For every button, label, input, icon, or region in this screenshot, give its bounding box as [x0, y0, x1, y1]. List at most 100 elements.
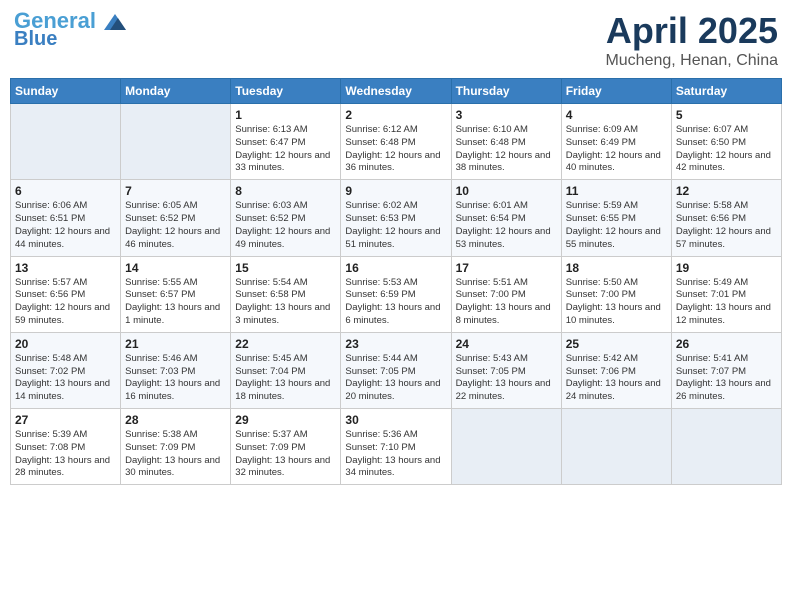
- day-info: Sunrise: 6:10 AMSunset: 6:48 PMDaylight:…: [456, 124, 557, 175]
- calendar-title: April 2025: [605, 10, 778, 52]
- calendar-cell: 23 Sunrise: 5:44 AMSunset: 7:05 PMDayligh…: [341, 332, 451, 408]
- calendar-cell: 1Sunrise: 6:13 AMSunset: 6:47 PMDaylight…: [231, 104, 341, 180]
- logo: General Blue: [14, 10, 126, 51]
- calendar-cell: [671, 409, 781, 485]
- day-number: 16: [345, 261, 446, 275]
- day-info: Sunrise: 6:07 AMSunset: 6:50 PMDaylight:…: [676, 124, 777, 175]
- day-number: 12: [676, 184, 777, 198]
- day-number: 6: [15, 184, 116, 198]
- day-number: 24: [456, 337, 557, 351]
- calendar-cell: 13 Sunrise: 5:57 AMSunset: 6:56 PMDayligh…: [11, 256, 121, 332]
- day-number: 15: [235, 261, 336, 275]
- calendar-cell: 19 Sunrise: 5:49 AMSunset: 7:01 PMDayligh…: [671, 256, 781, 332]
- weekday-header: Friday: [561, 79, 671, 104]
- day-number: 30: [345, 413, 446, 427]
- weekday-header: Wednesday: [341, 79, 451, 104]
- calendar-table: SundayMondayTuesdayWednesdayThursdayFrid…: [10, 78, 782, 485]
- calendar-cell: 5 Sunrise: 6:07 AMSunset: 6:50 PMDaylight…: [671, 104, 781, 180]
- day-info: Sunrise: 5:59 AMSunset: 6:55 PMDaylight:…: [566, 200, 667, 251]
- calendar-cell: 26 Sunrise: 5:41 AMSunset: 7:07 PMDayligh…: [671, 332, 781, 408]
- calendar-subtitle: Mucheng, Henan, China: [605, 52, 778, 70]
- calendar-week-row: 13 Sunrise: 5:57 AMSunset: 6:56 PMDayligh…: [11, 256, 782, 332]
- calendar-week-row: 27Sunrise: 5:39 AMSunset: 7:08 PMDayligh…: [11, 409, 782, 485]
- calendar-cell: 6 Sunrise: 6:06 AMSunset: 6:51 PMDaylight…: [11, 180, 121, 256]
- day-number: 5: [676, 108, 777, 122]
- logo-blue: Blue: [14, 28, 57, 51]
- day-number: 18: [566, 261, 667, 275]
- calendar-cell: 25 Sunrise: 5:42 AMSunset: 7:06 PMDayligh…: [561, 332, 671, 408]
- day-info: Sunrise: 5:58 AMSunset: 6:56 PMDaylight:…: [676, 200, 777, 251]
- calendar-cell: 2Sunrise: 6:12 AMSunset: 6:48 PMDaylight…: [341, 104, 451, 180]
- day-info: Sunrise: 5:57 AMSunset: 6:56 PMDaylight:…: [15, 277, 116, 328]
- day-number: 7: [125, 184, 226, 198]
- day-info: Sunrise: 5:48 AMSunset: 7:02 PMDaylight:…: [15, 353, 116, 404]
- day-number: 19: [676, 261, 777, 275]
- day-number: 25: [566, 337, 667, 351]
- day-info: Sunrise: 6:13 AMSunset: 6:47 PMDaylight:…: [235, 124, 336, 175]
- calendar-header-row: SundayMondayTuesdayWednesdayThursdayFrid…: [11, 79, 782, 104]
- calendar-cell: 4 Sunrise: 6:09 AMSunset: 6:49 PMDaylight…: [561, 104, 671, 180]
- calendar-cell: 12 Sunrise: 5:58 AMSunset: 6:56 PMDayligh…: [671, 180, 781, 256]
- day-info: Sunrise: 5:44 AMSunset: 7:05 PMDaylight:…: [345, 353, 446, 404]
- day-number: 9: [345, 184, 446, 198]
- day-info: Sunrise: 6:09 AMSunset: 6:49 PMDaylight:…: [566, 124, 667, 175]
- day-info: Sunrise: 5:41 AMSunset: 7:07 PMDaylight:…: [676, 353, 777, 404]
- day-info: Sunrise: 6:05 AMSunset: 6:52 PMDaylight:…: [125, 200, 226, 251]
- day-number: 13: [15, 261, 116, 275]
- weekday-header: Sunday: [11, 79, 121, 104]
- day-info: Sunrise: 5:51 AMSunset: 7:00 PMDaylight:…: [456, 277, 557, 328]
- weekday-header: Tuesday: [231, 79, 341, 104]
- calendar-week-row: 6 Sunrise: 6:06 AMSunset: 6:51 PMDaylight…: [11, 180, 782, 256]
- day-number: 21: [125, 337, 226, 351]
- calendar-cell: 28 Sunrise: 5:38 AMSunset: 7:09 PMDayligh…: [121, 409, 231, 485]
- calendar-cell: 3 Sunrise: 6:10 AMSunset: 6:48 PMDaylight…: [451, 104, 561, 180]
- day-number: 22: [235, 337, 336, 351]
- day-info: Sunrise: 5:36 AMSunset: 7:10 PMDaylight:…: [345, 429, 446, 480]
- day-info: Sunrise: 5:49 AMSunset: 7:01 PMDaylight:…: [676, 277, 777, 328]
- weekday-header: Saturday: [671, 79, 781, 104]
- day-number: 14: [125, 261, 226, 275]
- day-info: Sunrise: 5:37 AMSunset: 7:09 PMDaylight:…: [235, 429, 336, 480]
- day-info: Sunrise: 5:42 AMSunset: 7:06 PMDaylight:…: [566, 353, 667, 404]
- weekday-header: Monday: [121, 79, 231, 104]
- day-number: 4: [566, 108, 667, 122]
- calendar-cell: 8 Sunrise: 6:03 AMSunset: 6:52 PMDaylight…: [231, 180, 341, 256]
- calendar-cell: 30 Sunrise: 5:36 AMSunset: 7:10 PMDayligh…: [341, 409, 451, 485]
- day-number: 2: [345, 108, 446, 122]
- day-number: 17: [456, 261, 557, 275]
- day-number: 26: [676, 337, 777, 351]
- day-info: Sunrise: 5:53 AMSunset: 6:59 PMDaylight:…: [345, 277, 446, 328]
- day-info: Sunrise: 6:06 AMSunset: 6:51 PMDaylight:…: [15, 200, 116, 251]
- calendar-cell: 7 Sunrise: 6:05 AMSunset: 6:52 PMDaylight…: [121, 180, 231, 256]
- day-number: 8: [235, 184, 336, 198]
- day-info: Sunrise: 5:45 AMSunset: 7:04 PMDaylight:…: [235, 353, 336, 404]
- day-info: Sunrise: 6:01 AMSunset: 6:54 PMDaylight:…: [456, 200, 557, 251]
- calendar-cell: 18Sunrise: 5:50 AMSunset: 7:00 PMDayligh…: [561, 256, 671, 332]
- day-number: 29: [235, 413, 336, 427]
- calendar-cell: [11, 104, 121, 180]
- day-info: Sunrise: 6:03 AMSunset: 6:52 PMDaylight:…: [235, 200, 336, 251]
- day-info: Sunrise: 5:38 AMSunset: 7:09 PMDaylight:…: [125, 429, 226, 480]
- calendar-cell: 29 Sunrise: 5:37 AMSunset: 7:09 PMDayligh…: [231, 409, 341, 485]
- calendar-cell: 15Sunrise: 5:54 AMSunset: 6:58 PMDayligh…: [231, 256, 341, 332]
- day-info: Sunrise: 6:02 AMSunset: 6:53 PMDaylight:…: [345, 200, 446, 251]
- calendar-cell: [451, 409, 561, 485]
- calendar-cell: 27Sunrise: 5:39 AMSunset: 7:08 PMDayligh…: [11, 409, 121, 485]
- calendar-cell: 20 Sunrise: 5:48 AMSunset: 7:02 PMDayligh…: [11, 332, 121, 408]
- day-info: Sunrise: 5:55 AMSunset: 6:57 PMDaylight:…: [125, 277, 226, 328]
- day-number: 10: [456, 184, 557, 198]
- day-number: 11: [566, 184, 667, 198]
- calendar-cell: 22 Sunrise: 5:45 AMSunset: 7:04 PMDayligh…: [231, 332, 341, 408]
- day-number: 20: [15, 337, 116, 351]
- calendar-cell: 9 Sunrise: 6:02 AMSunset: 6:53 PMDaylight…: [341, 180, 451, 256]
- calendar-cell: 11 Sunrise: 5:59 AMSunset: 6:55 PMDayligh…: [561, 180, 671, 256]
- calendar-cell: 17 Sunrise: 5:51 AMSunset: 7:00 PMDayligh…: [451, 256, 561, 332]
- day-info: Sunrise: 5:46 AMSunset: 7:03 PMDaylight:…: [125, 353, 226, 404]
- day-number: 23: [345, 337, 446, 351]
- calendar-cell: [121, 104, 231, 180]
- calendar-week-row: 20 Sunrise: 5:48 AMSunset: 7:02 PMDayligh…: [11, 332, 782, 408]
- day-number: 3: [456, 108, 557, 122]
- day-number: 28: [125, 413, 226, 427]
- day-info: Sunrise: 5:43 AMSunset: 7:05 PMDaylight:…: [456, 353, 557, 404]
- title-block: April 2025 Mucheng, Henan, China: [605, 10, 778, 70]
